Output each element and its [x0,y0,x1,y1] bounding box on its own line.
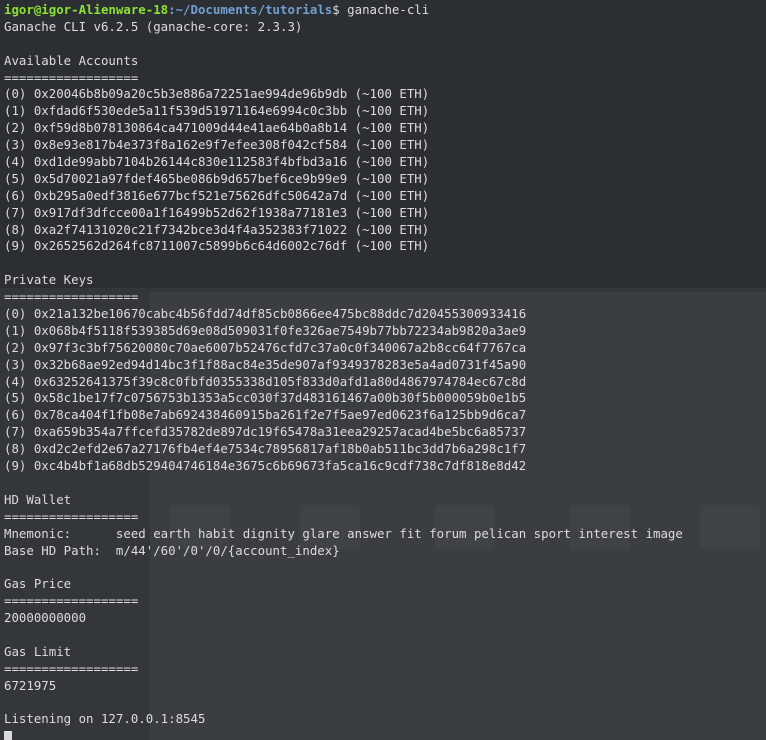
listening-line: Listening on 127.0.0.1:8545 [4,711,206,727]
base-hd-path-line: Base HD Path: m/44'/60'/0'/0/{account_in… [4,542,340,558]
gas-price-value: 20000000000 [4,610,87,626]
account-line: (5) 0x5d70021a97fdef465be086b9d657bef6ce… [4,170,430,186]
gas-limit-separator: ================== [4,660,139,676]
gas-limit-value: 6721975 [4,677,57,693]
private-key-line: (2) 0x97f3c3bf75620080c70ae6007b52476cfd… [4,339,527,355]
hd-wallet-title: HD Wallet [4,491,72,507]
account-line: (9) 0x2652562d264fc8711007c5899b6c64d600… [4,238,430,254]
private-key-line: (8) 0xd2c2efd2e67a27176fb4ef4e7534c78956… [4,441,527,457]
accounts-title: Available Accounts [4,52,139,68]
gas-limit-title: Gas Limit [4,643,72,659]
account-line: (6) 0xb295a0edf3816e677bcf521e75626dfc50… [4,187,430,203]
accounts-separator: ================== [4,69,139,85]
prompt-user-host: igor@igor-Alienware-18 [4,2,169,17]
private-key-line: (5) 0x58c1be17f7c0756753b1353a5cc030f37d… [4,390,527,406]
gas-price-separator: ================== [4,593,139,609]
prompt-command: ganache-cli [347,2,430,17]
prompt-symbol: $ [332,2,348,17]
private-key-line: (1) 0x068b4f5118f539385d69e08d509031f0fe… [4,322,527,338]
mnemonic-line: Mnemonic: seed earth habit dignity glare… [4,525,683,541]
private-keys-title: Private Keys [4,272,94,288]
private-key-line: (7) 0xa659b354a7ffcefd35782de897dc19f654… [4,424,527,440]
account-line: (0) 0x20046b8b09a20c5b3e886a72251ae994de… [4,86,430,102]
private-key-line: (3) 0x32b68ae92ed94d14bc3f1f88ac84e35de9… [4,356,527,372]
private-key-line: (4) 0x63252641375f39c8c0fbfd0355338d105f… [4,373,527,389]
prompt-path: :~/Documents/tutorials [168,2,333,17]
gas-price-title: Gas Price [4,576,72,592]
private-key-line: (6) 0x78ca404f1fb08e7ab692438460915ba261… [4,407,527,423]
private-key-line: (9) 0xc4b4bf1a68db529404746184e3675c6b69… [4,458,527,474]
account-line: (4) 0xd1de99abb7104b26144c830e112583f4bf… [4,154,430,170]
account-line: (8) 0xa2f74131020c21f7342bce3d4f4a352383… [4,221,430,237]
account-line: (2) 0xf59d8b078130864ca471009d44e41ae64b… [4,120,430,136]
version-line: Ganache CLI v6.2.5 (ganache-core: 2.3.3) [4,18,303,34]
account-line: (3) 0x8e93e817b4e373f8a162e9f7efee308f04… [4,137,430,153]
hd-wallet-separator: ================== [4,508,139,524]
account-line: (1) 0xfdad6f530ede5a11f539d51971164e6994… [4,103,430,119]
terminal-output[interactable]: igor@igor-Alienware-18:~/Documents/tutor… [4,2,766,728]
account-line: (7) 0x917df3dfcce00a1f16499b52d62f1938a7… [4,204,430,220]
prompt-line: igor@igor-Alienware-18:~/Documents/tutor… [4,2,766,19]
terminal-cursor [4,731,12,740]
private-key-line: (0) 0x21a132be10670cabc4b56fdd74df85cb08… [4,306,527,322]
private-keys-separator: ================== [4,289,139,305]
